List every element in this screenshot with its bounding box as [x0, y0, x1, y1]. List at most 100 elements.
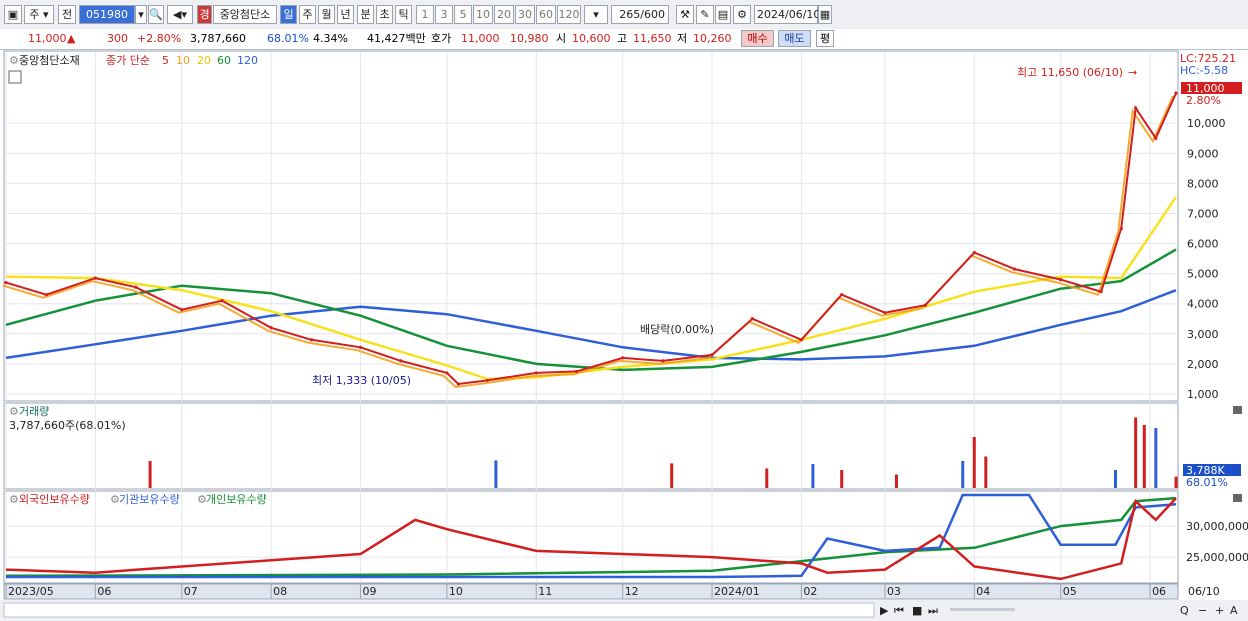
- close-point: [358, 345, 363, 349]
- volume-bar: [1134, 417, 1138, 488]
- close-point: [840, 293, 844, 297]
- foreign-legend: 외국인보유수량: [19, 493, 90, 506]
- price-y-tick: 4,000: [1187, 298, 1219, 311]
- volume-bar: [1174, 476, 1178, 488]
- x-tick-label: 05: [1063, 585, 1077, 598]
- max-annotation: 최고 11,650 (06/10): [1017, 66, 1123, 79]
- close-point: [220, 299, 224, 303]
- x-tick-label: 12: [625, 585, 639, 598]
- rewind-icon[interactable]: ⏮: [894, 604, 904, 617]
- close-point: [1174, 91, 1178, 95]
- close-point: [923, 303, 927, 307]
- volume-bar: [894, 474, 898, 488]
- chart-title: 중앙첨단소재: [19, 54, 80, 67]
- volume-subtitle: 3,787,660주(68.01%): [9, 419, 126, 432]
- close-point: [269, 326, 273, 330]
- x-tick-label: 02: [803, 585, 817, 598]
- x-tick-label: 09: [362, 585, 376, 598]
- close-point: [621, 356, 625, 360]
- volume-close-icon[interactable]: [1233, 406, 1242, 414]
- volume-bar: [972, 437, 976, 488]
- stop-icon[interactable]: ■: [912, 604, 922, 617]
- x-tick-label: 06: [97, 585, 111, 598]
- volume-bar: [1154, 428, 1158, 488]
- close-point: [134, 285, 138, 289]
- volume-bar: [811, 464, 815, 488]
- close-point: [799, 338, 803, 342]
- close-point: [574, 369, 579, 374]
- volume-bar: [1142, 425, 1146, 488]
- volume-settings-icon[interactable]: ⚙: [9, 405, 19, 418]
- x-tick-label: 07: [184, 585, 198, 598]
- play-icon[interactable]: ▶: [880, 604, 889, 617]
- price-y-tick: 1,000: [1187, 388, 1219, 401]
- close-point: [750, 317, 754, 321]
- price-y-tick: 9,000: [1187, 147, 1219, 160]
- price-y-tick: 3,000: [1187, 328, 1219, 341]
- ownership-y-tick: 25,000,000: [1186, 551, 1248, 564]
- ma60-legend: 60: [217, 54, 231, 67]
- dividend-annotation: 배당락(0.00%): [640, 323, 714, 336]
- close-point: [1154, 136, 1158, 140]
- price-y-tick: 6,000: [1187, 238, 1219, 251]
- x-tick-label: 06: [1152, 585, 1166, 598]
- close-point: [93, 276, 97, 280]
- ma20-legend: 20: [197, 54, 211, 67]
- volume-bar: [961, 461, 965, 488]
- close-point: [180, 308, 184, 312]
- close-point: [972, 250, 976, 255]
- volume-bar: [670, 463, 674, 488]
- close-point: [661, 359, 665, 363]
- volume-panel: [3, 402, 1179, 490]
- close-point: [4, 281, 8, 285]
- close-point: [1119, 226, 1123, 231]
- volume-bar: [1113, 470, 1117, 488]
- close-point: [883, 311, 887, 315]
- zoom-slider[interactable]: [950, 608, 1015, 611]
- ownership-close-icon[interactable]: [1233, 494, 1242, 502]
- volume-bar: [765, 468, 769, 488]
- close-point: [534, 371, 538, 375]
- plus-icon[interactable]: +: [1215, 604, 1224, 617]
- font-size-icon[interactable]: A: [1230, 604, 1238, 617]
- price-y-tick: 2,000: [1187, 358, 1219, 371]
- ownership-settings-icon[interactable]: ⚙: [9, 493, 19, 506]
- x-tick-label: 10: [449, 585, 463, 598]
- x-tick-label: 04: [976, 585, 990, 598]
- ma5-legend: 5: [162, 54, 169, 67]
- volume-bar: [148, 461, 152, 488]
- close-point: [485, 378, 489, 383]
- close-point: [445, 371, 449, 375]
- last-pct-tag: 2.80%: [1186, 94, 1221, 107]
- stock-chart: 10,000 9,000 8,000 7,000 6,000 5,000 4,000 3,00…: [0, 50, 1248, 621]
- ma10-legend: 10: [176, 54, 190, 67]
- close-point: [399, 359, 403, 363]
- volume-last-pct: 68.01%: [1186, 476, 1228, 489]
- price-y-tick: 5,000: [1187, 268, 1219, 281]
- close-point: [44, 293, 48, 297]
- close-point: [1059, 278, 1063, 282]
- max-arrow-icon: →: [1128, 66, 1137, 79]
- minus-icon[interactable]: −: [1198, 604, 1207, 617]
- forward-icon[interactable]: ⏭: [928, 604, 938, 617]
- x-tick-label: 06/10: [1188, 585, 1220, 598]
- settings-small-icon[interactable]: ⚙: [9, 54, 19, 67]
- price-panel: [3, 50, 1179, 402]
- x-tick-label: 11: [538, 585, 552, 598]
- hc-label: HC:-5.58: [1180, 64, 1228, 77]
- horizontal-scrollbar[interactable]: [3, 602, 875, 618]
- close-point: [1099, 290, 1103, 294]
- close-point: [710, 353, 714, 357]
- ma120-legend: 120: [237, 54, 258, 67]
- institution-legend: 기관보유수량: [119, 493, 180, 506]
- x-tick-label: 03: [887, 585, 901, 598]
- table-icon[interactable]: [8, 70, 22, 84]
- x-axis-band: [3, 583, 1179, 600]
- volume-bar: [984, 456, 988, 488]
- price-y-tick: 8,000: [1187, 177, 1219, 190]
- close-point: [309, 338, 314, 342]
- x-tick-label: 08: [273, 585, 287, 598]
- zoom-out-icon[interactable]: Q: [1180, 604, 1189, 617]
- volume-bar: [840, 470, 844, 488]
- volume-bar: [494, 460, 498, 488]
